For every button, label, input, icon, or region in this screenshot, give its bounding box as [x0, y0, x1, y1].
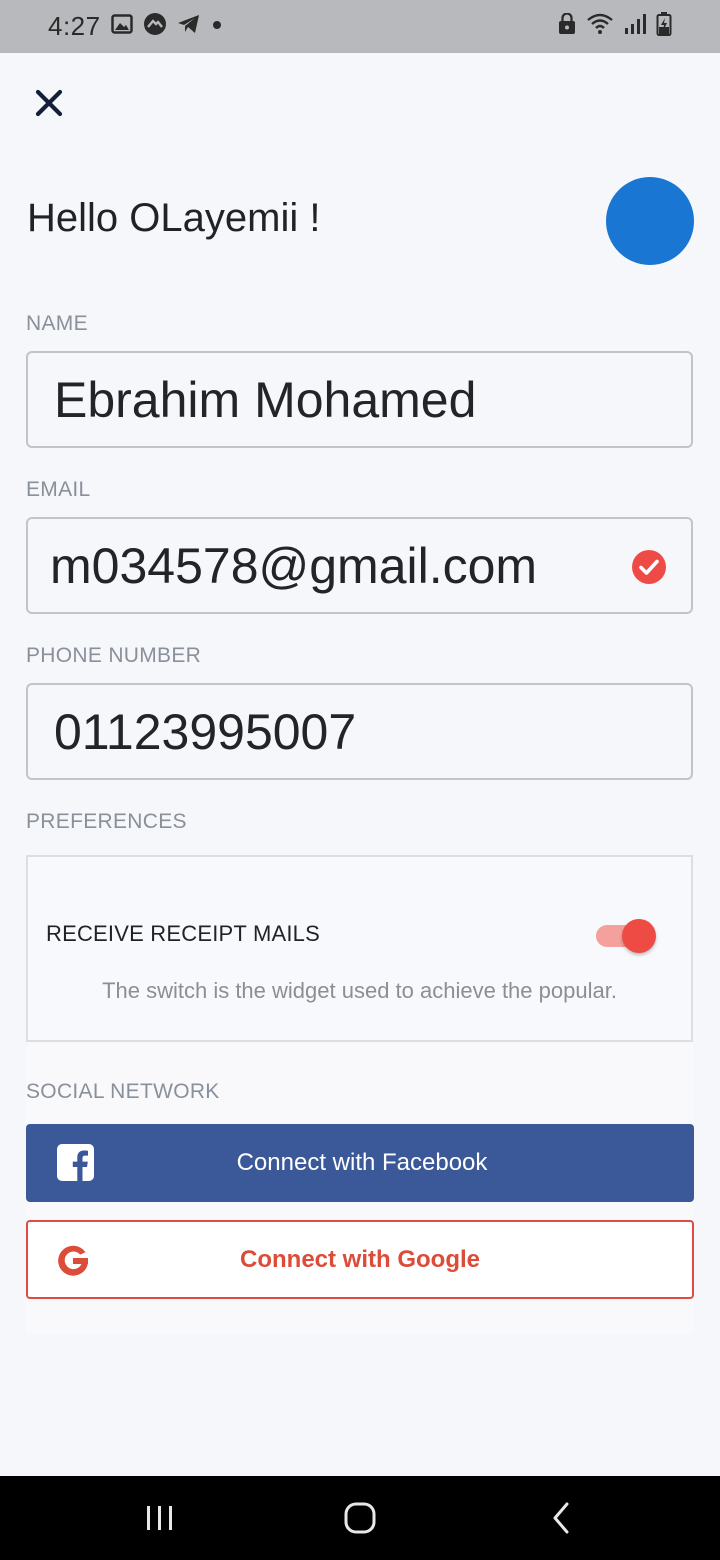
dot-icon [211, 18, 223, 36]
avatar[interactable] [606, 177, 694, 265]
name-field-box[interactable] [26, 351, 693, 448]
check-circle-icon [632, 550, 666, 584]
battery-charging-icon [656, 12, 672, 41]
receipt-mails-label: RECEIVE RECEIPT MAILS [46, 921, 320, 946]
name-label: NAME [26, 312, 88, 335]
home-button[interactable] [340, 1500, 380, 1536]
back-icon [553, 1502, 569, 1534]
status-right [558, 12, 672, 41]
image-icon [110, 13, 133, 40]
preferences-card: RECEIVE RECEIPT MAILS The switch is the … [26, 855, 693, 1042]
preferences-description: The switch is the widget used to achieve… [102, 978, 617, 1003]
greeting-title: Hello OLayemii ! [27, 196, 321, 240]
status-bar: 4:27 [0, 0, 720, 53]
email-input[interactable] [28, 519, 691, 612]
status-left: 4:27 [48, 11, 223, 42]
connect-google-button[interactable]: Connect with Google [26, 1220, 694, 1299]
close-icon [35, 89, 63, 117]
status-time: 4:27 [48, 11, 101, 41]
phone-input[interactable] [28, 685, 691, 778]
email-field-box[interactable] [26, 517, 693, 614]
preferences-label: PREFERENCES [26, 810, 187, 833]
home-icon [344, 1502, 376, 1534]
name-input[interactable] [28, 353, 691, 446]
back-button[interactable] [542, 1500, 582, 1536]
google-button-label: Connect with Google [240, 1246, 480, 1273]
telegram-icon [177, 13, 201, 40]
wifi-icon [586, 13, 614, 40]
badge-icon [143, 12, 167, 41]
recent-apps-icon [147, 1506, 172, 1530]
signal-icon [624, 13, 646, 40]
system-nav-bar [0, 1476, 720, 1560]
toggle-thumb [622, 919, 656, 953]
close-button[interactable] [30, 84, 68, 122]
phone-field-box[interactable] [26, 683, 693, 780]
lock-icon [558, 12, 576, 40]
phone-label: PHONE NUMBER [26, 644, 202, 667]
social-network-label: SOCIAL NETWORK [26, 1080, 220, 1103]
facebook-button-label: Connect with Facebook [236, 1149, 488, 1176]
email-label: EMAIL [26, 478, 91, 501]
receipt-mails-toggle[interactable] [594, 917, 660, 955]
connect-facebook-button[interactable]: Connect with Facebook [26, 1124, 694, 1202]
recent-apps-button[interactable] [140, 1500, 180, 1536]
